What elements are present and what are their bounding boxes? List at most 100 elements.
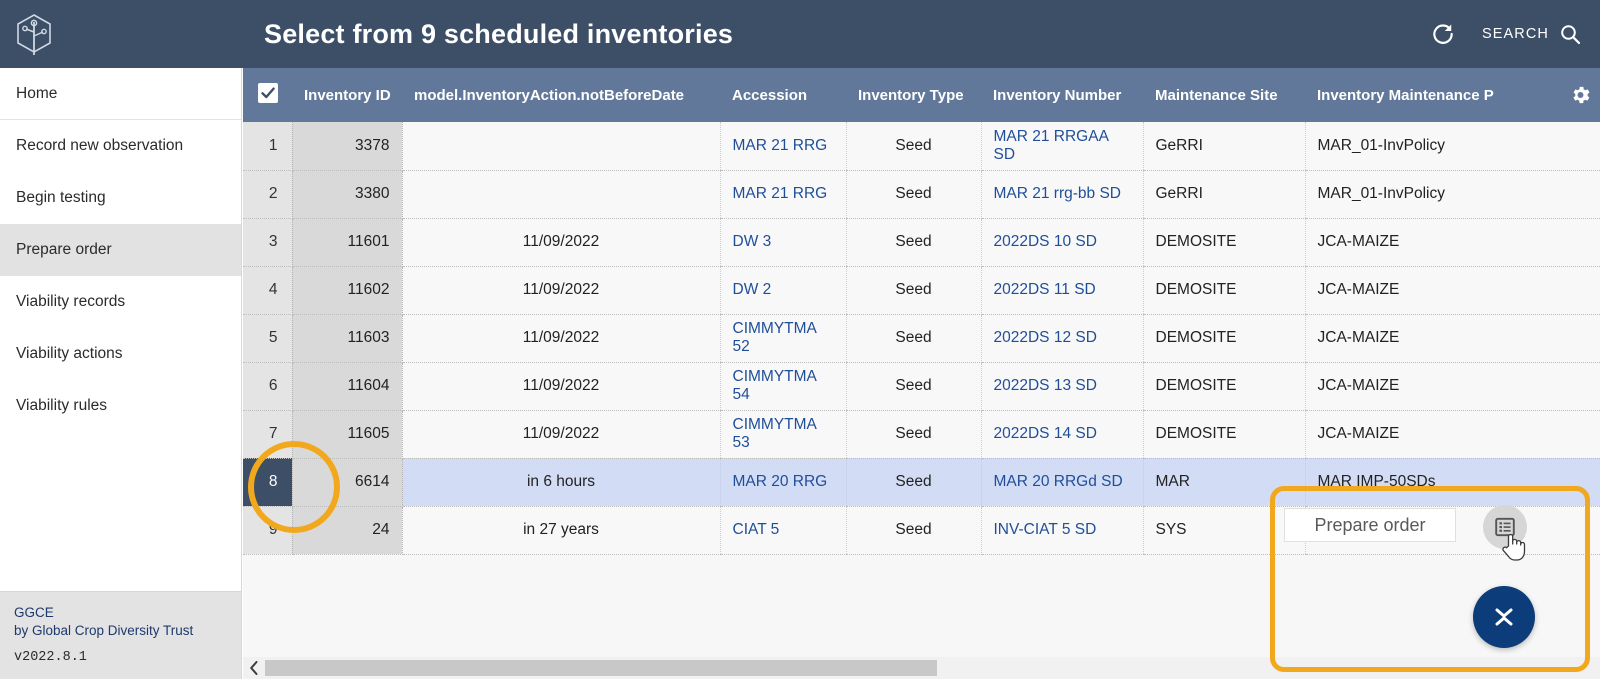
table-row[interactable]: 3 11601 11/09/2022 DW 3 Seed 2022DS 10 SD DEMO… [243,218,1600,267]
sidebar-item-label: Home [16,84,58,102]
page-title: Select from 9 scheduled inventories [264,18,734,49]
cell-inventory-number[interactable]: 2022DS 13 SD [980,362,1143,411]
table-row[interactable]: 1 3378 MAR 21 RRG Seed MAR 21 RRGAA SD GeRRI M… [243,122,1600,171]
table-row[interactable]: 7 11605 11/09/2022 CIMMYTMA 53 Seed 2022DS 14… [243,410,1600,459]
cell-inventory-type: Seed [845,170,982,219]
sidebar-item-prepare-order[interactable]: Prepare order [0,224,241,276]
inventory-table: Inventory ID model.InventoryAction.notBe… [243,68,1600,555]
cell-inventory-id: 11603 [292,314,403,363]
cell-inventory-id: 11605 [292,410,403,459]
row-number-cell[interactable]: 8 [243,458,293,507]
cell-not-before-date: 11/09/2022 [402,266,720,315]
row-number-cell[interactable]: 3 [243,218,293,267]
cell-inventory-type: Seed [845,410,982,459]
table-row[interactable]: 5 11603 11/09/2022 CIMMYTMA 52 Seed 2022DS 12… [243,314,1600,363]
cell-inventory-number[interactable]: MAR 21 RRGAA SD [980,122,1143,171]
checkbox-checked-icon[interactable] [257,82,279,104]
app-header-actions: SEARCH [1430,0,1582,68]
cell-accession[interactable]: CIMMYTMA 54 [719,362,846,411]
table-row[interactable]: 8 6614 in 6 hours MAR 20 RRG Seed MAR 20 RRGd… [243,458,1600,507]
brand-name: GGCE [14,605,54,620]
cell-accession[interactable]: MAR 21 RRG [719,122,846,171]
table-settings-button[interactable] [1565,83,1592,107]
cell-accession[interactable]: CIAT 5 [719,506,846,555]
column-header-label: Inventory Maintenance P [1317,86,1494,104]
column-header-inventory-id[interactable]: Inventory ID [292,68,402,122]
sidebar-item-home[interactable]: Home [0,68,241,120]
prepare-order-action-button[interactable] [1483,505,1527,549]
row-number-cell[interactable]: 1 [243,122,293,171]
cell-inventory-type: Seed [845,458,982,507]
cell-accession[interactable]: CIMMYTMA 53 [719,410,846,459]
scrollbar-track[interactable] [265,660,1600,676]
table-row[interactable]: 2 3380 MAR 21 RRG Seed MAR 21 rrg-bb SD GeRRI… [243,170,1600,219]
row-number-cell[interactable]: 9 [243,506,293,555]
collapse-panel-fab[interactable] [1473,586,1535,648]
app-version: v2022.8.1 [14,650,87,665]
row-number-cell[interactable]: 7 [243,410,293,459]
column-header-maintenance-site[interactable]: Maintenance Site [1143,68,1305,122]
horizontal-scrollbar[interactable] [243,657,1600,679]
cell-inventory-type: Seed [845,314,982,363]
sidebar-item-viability-records[interactable]: Viability records [0,276,241,328]
sidebar-nav: Home Record new observation Begin testin… [0,68,241,432]
select-all-header[interactable] [243,68,292,122]
column-header-not-before-date[interactable]: model.InventoryAction.notBeforeDate [402,68,720,122]
cell-accession[interactable]: CIMMYTMA 52 [719,314,846,363]
cell-not-before-date: 11/09/2022 [402,362,720,411]
scrollbar-thumb[interactable] [265,660,937,676]
sidebar-item-viability-rules[interactable]: Viability rules [0,380,241,432]
brand-byline: by Global Crop Diversity Trust [14,623,194,638]
cell-inventory-id: 6614 [292,458,403,507]
cell-inventory-number[interactable]: 2022DS 14 SD [980,410,1143,459]
cell-maintenance-site: GeRRI [1142,170,1305,219]
column-header-inventory-number[interactable]: Inventory Number [981,68,1143,122]
cell-policy: MAR_01-InvPolicy [1304,170,1600,219]
cell-accession[interactable]: DW 3 [719,218,846,267]
cell-maintenance-site: DEMOSITE [1142,266,1305,315]
column-header-accession[interactable]: Accession [720,68,846,122]
row-number-cell[interactable]: 4 [243,266,293,315]
cell-inventory-type: Seed [845,506,982,555]
table-row[interactable]: 6 11604 11/09/2022 CIMMYTMA 54 Seed 2022DS 13… [243,362,1600,411]
cell-not-before-date: in 27 years [402,506,720,555]
app-logo[interactable] [0,0,68,68]
table-row[interactable]: 4 11602 11/09/2022 DW 2 Seed 2022DS 11 SD DEMO… [243,266,1600,315]
row-number-cell[interactable]: 2 [243,170,293,219]
cell-maintenance-site: DEMOSITE [1142,410,1305,459]
sidebar-item-begin-testing[interactable]: Begin testing [0,172,241,224]
cell-inventory-number[interactable]: MAR 21 rrg-bb SD [980,170,1143,219]
cell-inventory-number[interactable]: INV-CIAT 5 SD [980,506,1143,555]
cell-policy: JCA-MAIZE [1304,218,1600,267]
cell-inventory-number[interactable]: MAR 20 RRGd SD [980,458,1143,507]
cell-maintenance-site: GeRRI [1142,122,1305,171]
cell-accession[interactable]: MAR 21 RRG [719,170,846,219]
column-header-inventory-maintenance-policy[interactable]: Inventory Maintenance P [1305,68,1600,122]
cell-inventory-number[interactable]: 2022DS 12 SD [980,314,1143,363]
cell-not-before-date: 11/09/2022 [402,218,720,267]
scroll-left-button[interactable] [243,657,265,679]
chevron-left-icon [250,661,258,675]
cell-inventory-id: 11604 [292,362,403,411]
sidebar-item-record-new-observation[interactable]: Record new observation [0,120,241,172]
cell-maintenance-site: SYS [1142,506,1305,555]
sidebar-item-viability-actions[interactable]: Viability actions [0,328,241,380]
cell-inventory-type: Seed [845,266,982,315]
cell-not-before-date: 11/09/2022 [402,410,720,459]
row-number-cell[interactable]: 5 [243,314,293,363]
sidebar-item-label: Viability records [16,293,126,310]
app-header-bar: Select from 9 scheduled inventories SEAR… [0,0,1600,68]
cell-inventory-id: 24 [292,506,403,555]
cell-accession[interactable]: DW 2 [719,266,846,315]
cell-inventory-number[interactable]: 2022DS 10 SD [980,218,1143,267]
row-number-cell[interactable]: 6 [243,362,293,411]
search-button[interactable]: SEARCH [1482,22,1582,46]
list-view-icon [1495,517,1515,537]
sidebar-item-label: Viability rules [16,397,108,414]
cell-inventory-number[interactable]: 2022DS 11 SD [980,266,1143,315]
column-header-inventory-type[interactable]: Inventory Type [846,68,981,122]
refresh-button[interactable] [1430,21,1456,47]
cell-accession[interactable]: MAR 20 RRG [719,458,846,507]
cell-policy: JCA-MAIZE [1304,362,1600,411]
